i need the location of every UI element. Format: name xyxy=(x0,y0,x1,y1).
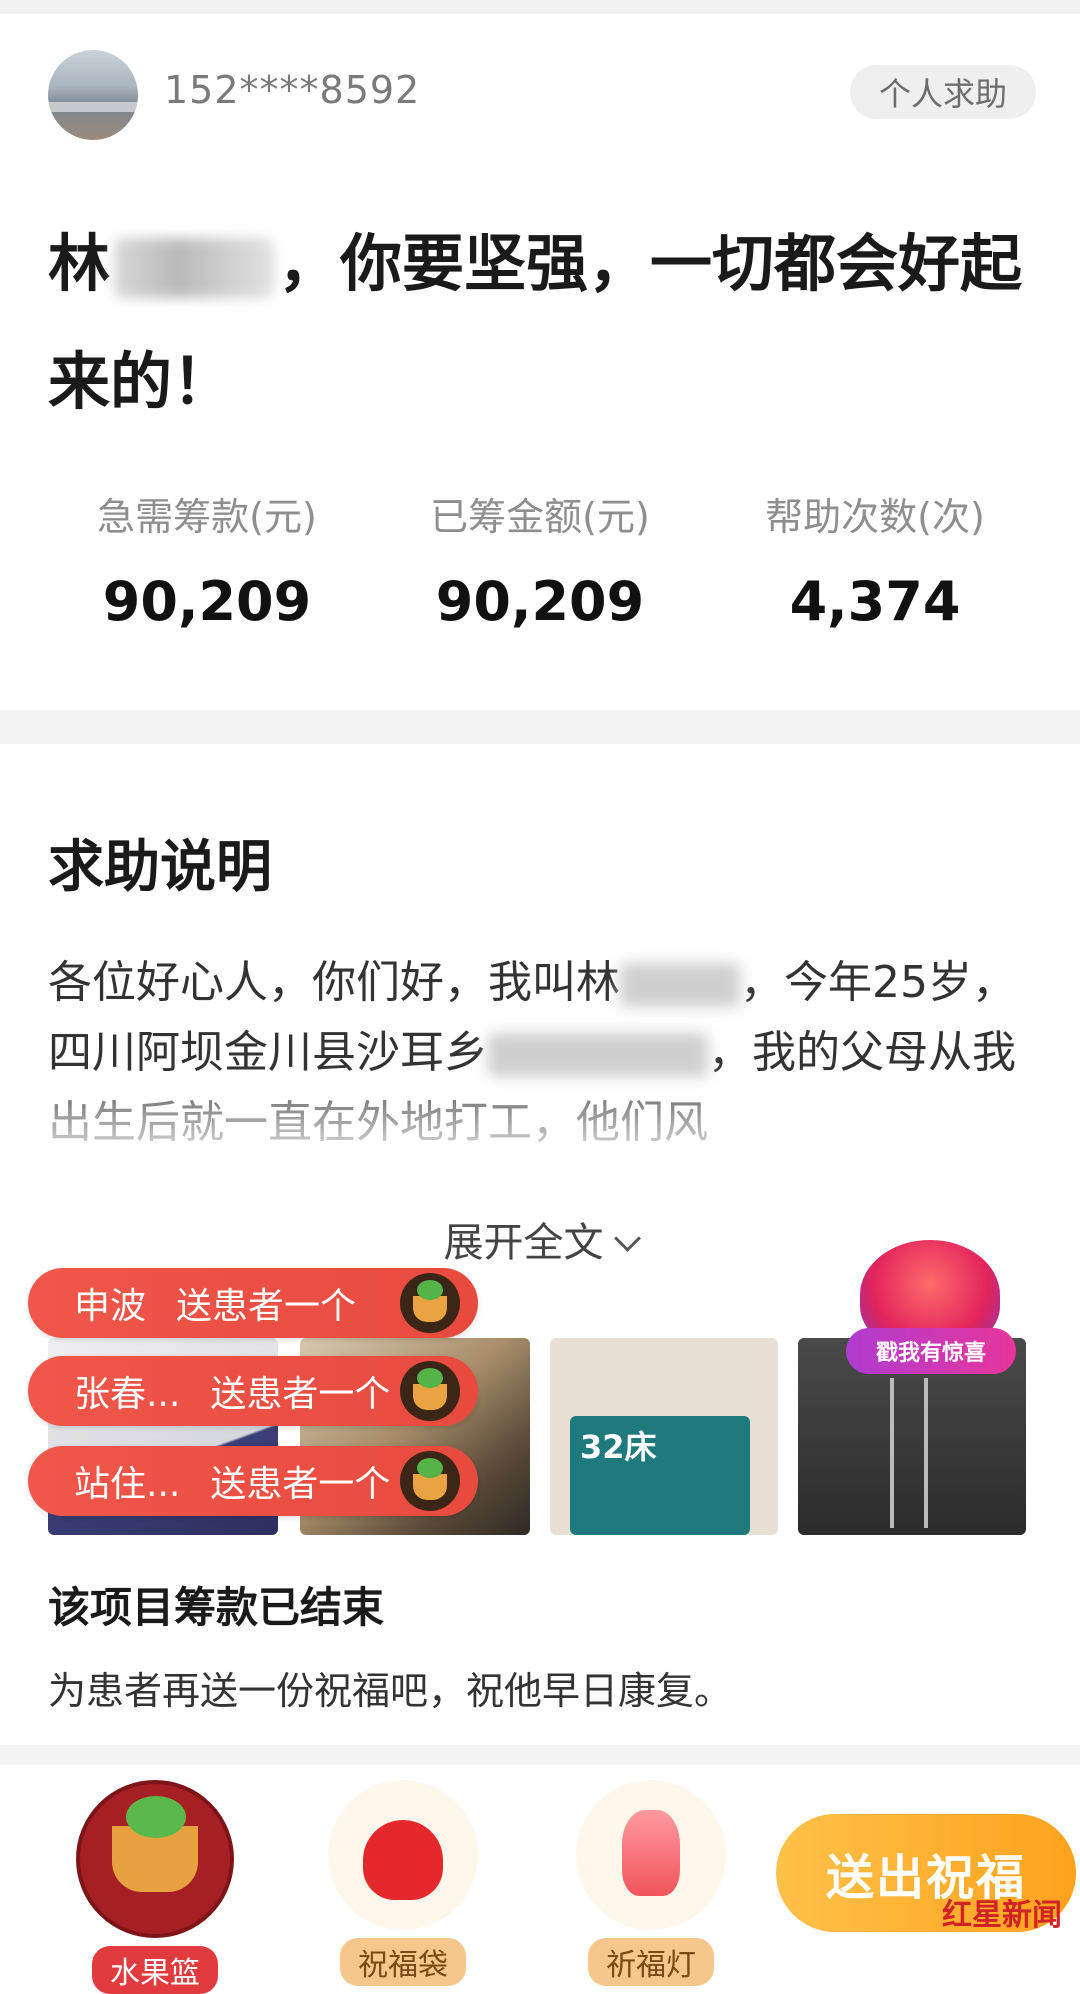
fruit-basket-icon xyxy=(400,1451,460,1511)
donation-action: 送患者一个 xyxy=(210,1374,391,1415)
username: 152****8592 xyxy=(164,68,421,112)
donor-name: 申波 xyxy=(74,1286,147,1327)
section-title: 求助说明 xyxy=(48,835,272,900)
stat-value-target: 90,209 xyxy=(102,570,312,633)
redacted-text xyxy=(488,1033,708,1077)
photo-thumbnail[interactable]: 32床 xyxy=(550,1338,778,1535)
bed-sign: 32床 xyxy=(570,1416,750,1535)
page-title: 林，你要坚强，一切都会好起来的！ xyxy=(48,205,1048,441)
donation-toast: 张春... 送患者一个 xyxy=(28,1356,478,1426)
ended-subtitle: 为患者再送一份祝福吧，祝他早日康复。 xyxy=(48,1669,733,1713)
bottom-divider xyxy=(0,1745,1080,1765)
donation-action: 送患者一个 xyxy=(176,1286,357,1327)
donor-name: 站住... xyxy=(74,1464,181,1505)
fruit-basket-icon xyxy=(400,1273,460,1333)
stat-value-raised: 90,209 xyxy=(435,570,645,633)
desc-part-1: 各位好心人，你们好，我叫林 xyxy=(48,957,620,1008)
expand-label: 展开全文 xyxy=(443,1220,604,1266)
title-prefix: 林 xyxy=(48,227,111,300)
gift-label: 祝福袋 xyxy=(340,1938,466,1986)
donor-name: 张春... xyxy=(74,1374,181,1415)
gift-label: 祈福灯 xyxy=(588,1938,714,1986)
sky-lantern-icon xyxy=(576,1780,726,1930)
donation-toast: 申波 送患者一个 xyxy=(28,1268,478,1338)
redacted-text xyxy=(620,963,740,1007)
stat-value-helps: 4,374 xyxy=(789,570,961,633)
fruit-basket-icon xyxy=(76,1780,234,1938)
avatar[interactable] xyxy=(48,50,138,140)
stat-label-target: 急需筹款(元) xyxy=(97,495,317,539)
gift-fruit-basket[interactable]: 水果篮 xyxy=(70,1780,240,1994)
text-fade xyxy=(0,1080,1080,1190)
section-divider xyxy=(0,710,1080,744)
news-watermark: 红星新闻 xyxy=(942,1898,1062,1933)
stat-label-helps: 帮助次数(次) xyxy=(765,495,985,539)
fruit-basket-icon xyxy=(400,1361,460,1421)
promo-label: 戳我有惊喜 xyxy=(846,1328,1016,1374)
gift-lucky-bag[interactable]: 祝福袋 xyxy=(318,1780,488,1986)
gift-sky-lantern[interactable]: 祈福灯 xyxy=(566,1780,736,1986)
lucky-bag-icon xyxy=(328,1780,478,1930)
bed-label: 32床 xyxy=(580,1428,657,1466)
top-divider xyxy=(0,0,1080,14)
donation-toast: 站住... 送患者一个 xyxy=(28,1446,478,1516)
donation-action: 送患者一个 xyxy=(210,1464,391,1505)
help-type-badge: 个人求助 xyxy=(850,65,1036,119)
gift-label: 水果篮 xyxy=(92,1946,218,1994)
surprise-promo[interactable]: 戳我有惊喜 xyxy=(846,1240,1020,1380)
ended-title: 该项目筹款已结束 xyxy=(48,1583,385,1632)
chevron-down-icon xyxy=(613,1225,641,1252)
stat-label-raised: 已筹金额(元) xyxy=(430,495,650,539)
redacted-name xyxy=(114,237,275,298)
